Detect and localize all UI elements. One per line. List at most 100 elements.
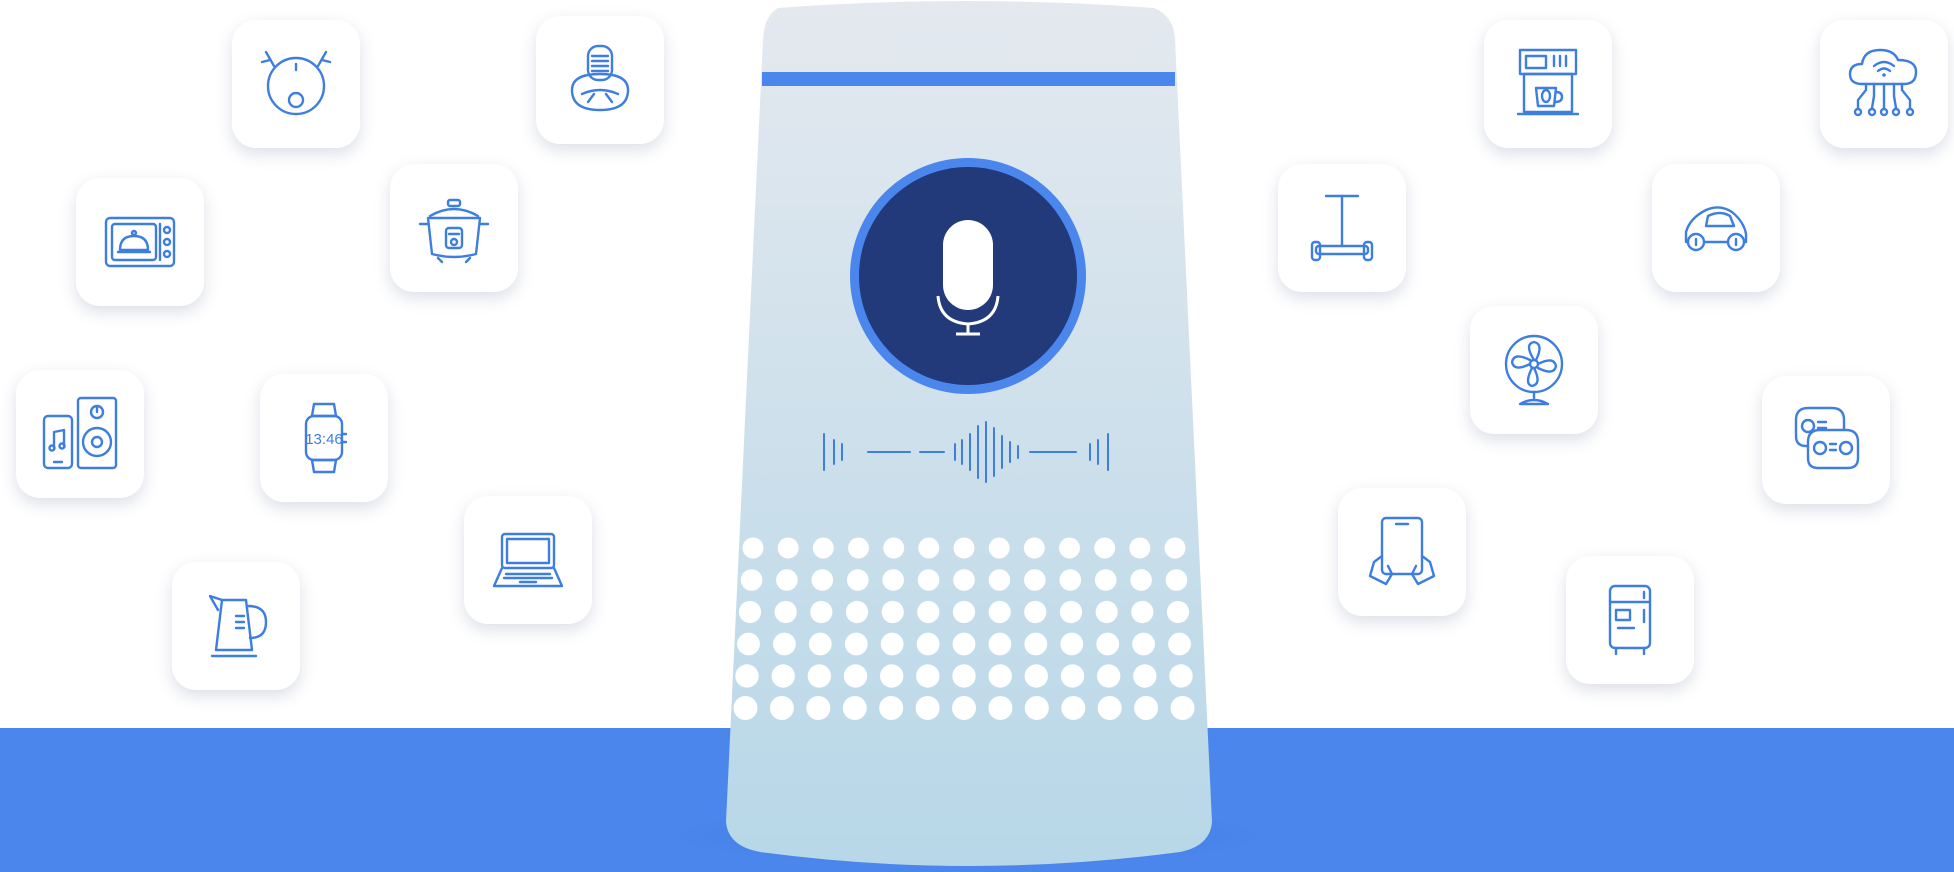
- device-tile-gamepad[interactable]: [1762, 376, 1890, 504]
- grill-hole: [1024, 600, 1047, 624]
- grill-hole: [1061, 696, 1086, 720]
- grill-hole: [1024, 696, 1049, 720]
- device-tile-tablet[interactable]: [1338, 488, 1466, 616]
- tablet-icon: [1368, 516, 1436, 586]
- grill-hole: [842, 696, 867, 720]
- grill-hole: [776, 569, 798, 591]
- grill-hole: [735, 664, 759, 688]
- grill-hole: [952, 632, 976, 656]
- grill-hole: [880, 632, 904, 656]
- kettle-icon: [208, 594, 268, 658]
- grill-hole: [738, 600, 762, 624]
- grill-hole: [847, 569, 869, 591]
- device-tile-robot-vacuum[interactable]: [232, 20, 360, 148]
- device-tile-microwave[interactable]: [76, 178, 204, 306]
- device-tile-fan[interactable]: [1470, 306, 1598, 434]
- grill-hole: [742, 537, 764, 559]
- grill-hole: [811, 569, 834, 591]
- grill-hole: [808, 632, 832, 656]
- device-tile-phone-speaker[interactable]: [16, 370, 144, 498]
- grill-hole: [771, 664, 795, 688]
- grill-hole: [1132, 632, 1155, 656]
- grill-hole: [1060, 664, 1085, 688]
- grill-hole: [883, 537, 905, 559]
- grill-hole: [881, 600, 904, 624]
- grill-hole: [737, 632, 760, 656]
- air-purifier-icon: [570, 44, 630, 112]
- device-tile-rice-cooker[interactable]: [390, 164, 518, 292]
- grill-hole: [916, 664, 940, 688]
- grill-hole: [918, 537, 940, 559]
- microwave-icon: [104, 216, 176, 268]
- gamepad-icon: [1794, 406, 1860, 470]
- device-tile-air-purifier[interactable]: [536, 16, 664, 144]
- grill-hole: [1097, 696, 1122, 720]
- grill-hole: [988, 569, 1011, 591]
- grill-hole: [1168, 632, 1191, 656]
- grill-hole: [844, 632, 868, 656]
- grill-hole: [880, 664, 904, 688]
- device-tile-cloud-network[interactable]: [1820, 20, 1948, 148]
- grill-hole: [1169, 664, 1193, 688]
- grill-hole: [988, 537, 1010, 559]
- grill-hole: [915, 696, 940, 720]
- grill-hole: [848, 537, 869, 559]
- grill-hole: [952, 664, 976, 688]
- device-tile-laptop[interactable]: [464, 496, 592, 624]
- grill-hole: [812, 537, 834, 559]
- grill-hole: [810, 600, 833, 624]
- grill-hole: [1059, 600, 1083, 624]
- grill-hole: [777, 537, 799, 559]
- grill-hole: [953, 537, 975, 559]
- grill-hole: [807, 664, 831, 688]
- grill-hole: [1129, 537, 1151, 559]
- device-tile-smart-car[interactable]: [1652, 164, 1780, 292]
- watch-time: 13:46: [305, 431, 343, 448]
- coffee-machine-icon: [1516, 48, 1580, 116]
- smart-car-icon: [1684, 206, 1748, 252]
- smartwatch-icon: 13:46: [304, 402, 348, 474]
- grill-hole: [740, 569, 763, 591]
- grill-hole: [769, 696, 794, 720]
- robot-vacuum-icon: [260, 50, 332, 116]
- grill-hole: [1024, 664, 1049, 688]
- grill-hole: [1024, 569, 1046, 591]
- grill-hole: [1164, 537, 1186, 559]
- laptop-icon: [492, 532, 564, 588]
- grill-hole: [1165, 569, 1188, 591]
- grill-hole: [988, 632, 1012, 656]
- grill-hole: [1059, 537, 1080, 559]
- grill-hole: [1130, 569, 1152, 591]
- device-tile-refrigerator[interactable]: [1566, 556, 1694, 684]
- grill-hole: [1134, 696, 1159, 720]
- device-tile-scooter[interactable]: [1278, 164, 1406, 292]
- grill-hole: [1170, 696, 1195, 720]
- speaker-body: [726, 1, 1212, 866]
- grill-hole: [773, 632, 796, 656]
- phone-speaker-icon: [42, 396, 118, 470]
- grill-hole: [1094, 569, 1117, 591]
- grill-hole: [1097, 664, 1121, 688]
- device-tile-kettle[interactable]: [172, 562, 300, 690]
- grill-hole: [988, 696, 1013, 720]
- grill-hole: [806, 696, 831, 720]
- grill-hole: [952, 600, 976, 624]
- grill-hole: [953, 569, 975, 591]
- grill-hole: [1166, 600, 1190, 624]
- grill-hole: [1133, 664, 1157, 688]
- grill-hole: [988, 664, 1012, 688]
- grill-hole: [952, 696, 976, 720]
- grill-hole: [1024, 632, 1048, 656]
- grill-hole: [1094, 537, 1116, 559]
- grill-hole: [882, 569, 904, 591]
- device-tile-smartwatch[interactable]: 13:46: [260, 374, 388, 502]
- grill-hole: [1096, 632, 1120, 656]
- grill-hole: [879, 696, 904, 720]
- speaker-top-stripe: [762, 72, 1175, 86]
- grill-hole: [988, 600, 1011, 624]
- grill-hole: [1095, 600, 1118, 624]
- grill-hole: [1059, 569, 1082, 591]
- grill-hole: [917, 569, 940, 591]
- grill-hole: [845, 600, 869, 624]
- device-tile-coffee-machine[interactable]: [1484, 20, 1612, 148]
